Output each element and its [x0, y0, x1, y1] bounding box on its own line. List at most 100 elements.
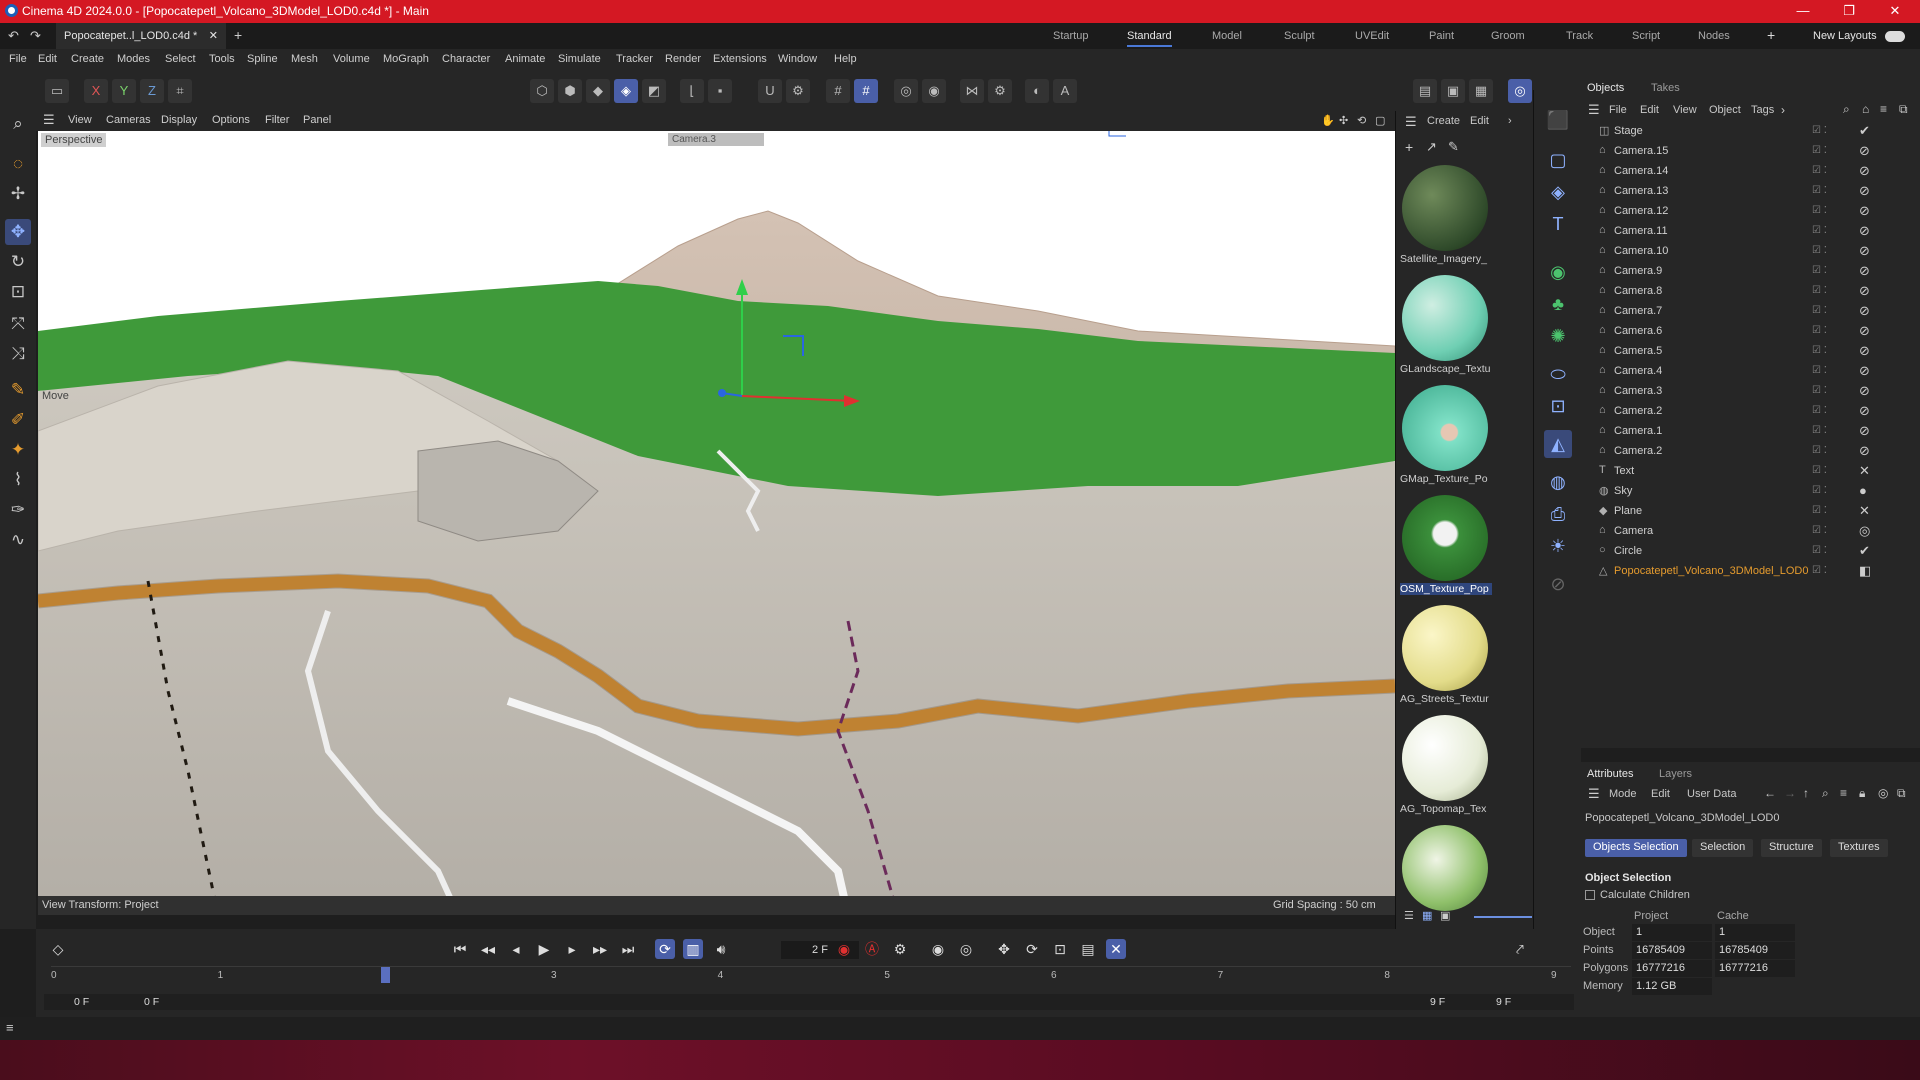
undo-icon[interactable]: ↶: [8, 28, 19, 44]
visibility-dots-icon[interactable]: ☑ ⁚: [1812, 565, 1827, 576]
node-tool-icon[interactable]: ✦: [5, 437, 31, 463]
text-spline-icon[interactable]: T: [1544, 210, 1572, 238]
rotate-tool-icon[interactable]: ↻: [5, 249, 31, 275]
visibility-dots-icon[interactable]: ☑ ⁚: [1812, 385, 1827, 396]
primitive-cube-icon[interactable]: ◈: [1544, 178, 1572, 206]
lock-icon[interactable]: 🔒︎: [1859, 786, 1865, 801]
object-row[interactable]: ◍ Sky ☑ ⁚ ●: [1581, 482, 1920, 502]
attributes-menu-mode[interactable]: Mode: [1609, 788, 1637, 800]
list-view-icon[interactable]: ☰: [1404, 909, 1414, 922]
visibility-dots-icon[interactable]: ☑ ⁚: [1812, 305, 1827, 316]
object-tag-icon[interactable]: ⊘: [1859, 163, 1870, 179]
object-row[interactable]: ⌂ Camera.8 ☑ ⁚ ⊘: [1581, 282, 1920, 302]
snap-settings-icon[interactable]: ⚙: [786, 79, 810, 103]
apply-material-icon[interactable]: ↗: [1426, 139, 1437, 155]
visibility-dots-icon[interactable]: ☑ ⁚: [1812, 265, 1827, 276]
object-tag-icon[interactable]: ⊘: [1859, 283, 1870, 299]
object-row[interactable]: ⌂ Camera.7 ☑ ⁚ ⊘: [1581, 302, 1920, 322]
redo-icon[interactable]: ↷: [30, 28, 41, 44]
keyframe-settings-icon[interactable]: ⚙: [890, 939, 910, 959]
viewport-orbit-icon[interactable]: ⟲: [1357, 114, 1366, 127]
object-tag-icon[interactable]: ⊘: [1859, 223, 1870, 239]
objects-menu-more-icon[interactable]: ›: [1781, 103, 1785, 117]
layout-nodes[interactable]: Nodes: [1698, 30, 1730, 42]
layout-paint[interactable]: Paint: [1429, 30, 1454, 42]
menu-render[interactable]: Render: [665, 53, 701, 65]
visibility-dots-icon[interactable]: ☑ ⁚: [1812, 365, 1827, 376]
menu-simulate[interactable]: Simulate: [558, 53, 601, 65]
layout-model[interactable]: Model: [1212, 30, 1242, 42]
tab-objects[interactable]: Objects: [1587, 82, 1624, 94]
object-tag-icon[interactable]: ⊘: [1859, 183, 1870, 199]
generator-icon[interactable]: ◉: [1544, 258, 1572, 286]
object-tag-icon[interactable]: ◧: [1859, 563, 1871, 579]
timeline-playhead[interactable]: [381, 967, 391, 983]
target-icon[interactable]: ◎: [1878, 786, 1888, 800]
viewport-solo-icon[interactable]: ▭: [45, 79, 69, 103]
viewport-menu-view[interactable]: View: [68, 114, 92, 126]
field-icon[interactable]: ⊡: [1544, 392, 1572, 420]
go-to-end-icon[interactable]: ⏭: [618, 939, 638, 959]
object-row[interactable]: ⌂ Camera.6 ☑ ⁚ ⊘: [1581, 322, 1920, 342]
attributes-new-window-icon[interactable]: ⧉: [1897, 786, 1906, 801]
object-row[interactable]: ⌂ Camera.9 ☑ ⁚ ⊘: [1581, 262, 1920, 282]
key-rotation-icon[interactable]: ✥: [994, 939, 1014, 959]
attributes-menu-edit[interactable]: Edit: [1651, 788, 1670, 800]
document-tab[interactable]: Popocatepet..l_LOD0.c4d * ✕: [56, 23, 226, 49]
visibility-dots-icon[interactable]: ☑ ⁚: [1812, 185, 1827, 196]
scene-object-icon[interactable]: ◭: [1544, 430, 1572, 458]
key-selection-icon[interactable]: ◉: [928, 939, 948, 959]
visibility-dots-icon[interactable]: ☑ ⁚: [1812, 125, 1827, 136]
menu-help[interactable]: Help: [834, 53, 857, 65]
material-swatch[interactable]: GMap_Texture_Po: [1400, 381, 1490, 491]
object-row[interactable]: ⌂ Camera ☑ ⁚ ◎: [1581, 522, 1920, 542]
menu-extensions[interactable]: Extensions: [713, 53, 767, 65]
3d-viewport[interactable]: Perspective Camera.3 Move View Transform…: [38, 131, 1395, 915]
go-to-start-icon[interactable]: ⏮: [450, 939, 470, 959]
eyedropper-icon[interactable]: ✎: [1448, 139, 1459, 155]
viewport-menu-filter[interactable]: Filter: [265, 114, 289, 126]
attributes-hamburger-icon[interactable]: ☰: [1588, 786, 1600, 802]
layout-startup[interactable]: Startup: [1053, 30, 1088, 42]
object-row[interactable]: ◆ Plane ☑ ⁚ ✕: [1581, 502, 1920, 522]
transform-tool-icon[interactable]: ⤧: [5, 311, 31, 337]
viewport-menu-options[interactable]: Options: [212, 114, 250, 126]
object-row[interactable]: ⌂ Camera.2 ☑ ⁚ ⊘: [1581, 442, 1920, 462]
previous-frame-icon[interactable]: ◂: [506, 939, 526, 959]
range-end-slider[interactable]: 9 F: [1430, 996, 1445, 1008]
edges-mode-icon[interactable]: ⬢: [558, 79, 582, 103]
menu-create[interactable]: Create: [71, 53, 104, 65]
visibility-dots-icon[interactable]: ☑ ⁚: [1812, 245, 1827, 256]
object-tag-icon[interactable]: ⊘: [1859, 403, 1870, 419]
range-start-slider[interactable]: 0 F: [144, 996, 159, 1008]
menu-tools[interactable]: Tools: [209, 53, 235, 65]
object-row[interactable]: ⌂ Camera.10 ☑ ⁚ ⊘: [1581, 242, 1920, 262]
quantize-icon[interactable]: #: [854, 79, 878, 103]
visibility-dots-icon[interactable]: ☑ ⁚: [1812, 205, 1827, 216]
live-selection-icon[interactable]: ◌: [5, 151, 31, 177]
material-swatch-selected[interactable]: OSM_Texture_Pop: [1400, 491, 1492, 601]
calculate-children-checkbox[interactable]: [1585, 890, 1595, 900]
key-position-icon[interactable]: ◎: [956, 939, 976, 959]
key-scale-icon[interactable]: ⟳: [1022, 939, 1042, 959]
objects-search-icon[interactable]: ⌕: [1843, 102, 1850, 117]
attributes-search-icon[interactable]: ⌕: [1822, 786, 1829, 801]
grid-view-icon[interactable]: ▦: [1422, 909, 1432, 922]
objects-filter-icon[interactable]: ≡: [1880, 102, 1887, 116]
material-swatch[interactable]: AG_Topomap_Tex: [1400, 711, 1490, 821]
material-swatch[interactable]: Satellite_Imagery_: [1400, 161, 1490, 271]
attributes-filter-icon[interactable]: ≡: [1840, 786, 1847, 800]
menu-spline[interactable]: Spline: [247, 53, 278, 65]
viewport-menu-cameras[interactable]: Cameras: [106, 114, 151, 126]
close-tab-icon[interactable]: ✕: [209, 29, 218, 42]
menu-select[interactable]: Select: [165, 53, 196, 65]
object-tag-icon[interactable]: ⊘: [1859, 203, 1870, 219]
menu-animate[interactable]: Animate: [505, 53, 545, 65]
visibility-dots-icon[interactable]: ☑ ⁚: [1812, 525, 1827, 536]
tag-create-icon[interactable]: ⊘: [1544, 570, 1572, 598]
menu-volume[interactable]: Volume: [333, 53, 370, 65]
render-settings-icon[interactable]: ▦: [1469, 79, 1493, 103]
play-icon[interactable]: ▶: [534, 939, 554, 959]
plane-create-icon[interactable]: ▢: [1544, 146, 1572, 174]
object-tag-icon[interactable]: ⊘: [1859, 323, 1870, 339]
